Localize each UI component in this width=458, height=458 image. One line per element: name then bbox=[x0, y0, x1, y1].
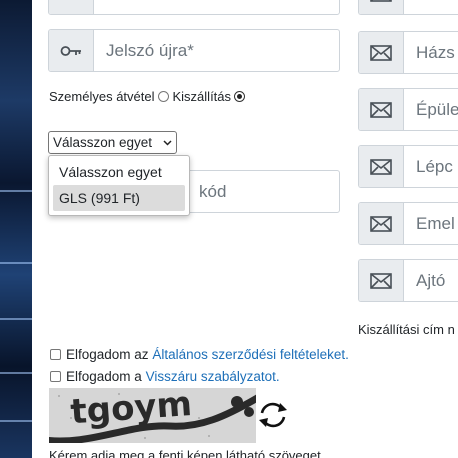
shipping-label: Kiszállítás bbox=[172, 89, 232, 104]
terms-link[interactable]: Általános szerződési feltételeket. bbox=[152, 347, 349, 362]
password-confirm-group: Jelszó újra* bbox=[48, 29, 340, 72]
background-streak bbox=[0, 420, 32, 422]
key-icon bbox=[49, 30, 94, 71]
door-input[interactable]: Ajtó bbox=[404, 260, 458, 301]
zip-code-placeholder: kód bbox=[199, 181, 227, 201]
previous-field-group bbox=[48, 0, 340, 15]
envelope-icon bbox=[359, 32, 404, 73]
delivery-method-group: Személyes átvétel Kiszállítás bbox=[49, 89, 249, 104]
chevron-down-icon bbox=[163, 139, 172, 146]
floor-group: Emel bbox=[358, 202, 458, 245]
personal-pickup-radio[interactable] bbox=[157, 91, 169, 102]
captcha-instruction: Kérem adja meg a fenti képen látható szö… bbox=[49, 448, 321, 458]
personal-pickup-label: Személyes átvétel bbox=[49, 89, 155, 104]
house-number-input[interactable]: Házs bbox=[404, 32, 458, 73]
envelope-icon bbox=[359, 89, 404, 130]
building-input[interactable]: Épüle bbox=[404, 89, 458, 130]
background-image-strip bbox=[0, 0, 32, 458]
shipping-radio[interactable] bbox=[234, 91, 246, 102]
terms-checkbox[interactable] bbox=[50, 349, 61, 360]
previous-right-field-input[interactable] bbox=[404, 0, 458, 14]
envelope-icon bbox=[359, 260, 404, 301]
shipping-address-note: Kiszállítási cím n bbox=[358, 322, 455, 337]
background-streak bbox=[0, 262, 32, 264]
stairs-input[interactable]: Lépc bbox=[404, 146, 458, 187]
envelope-icon bbox=[359, 0, 404, 14]
shipping-method-select[interactable]: Válasszon egyet bbox=[48, 131, 177, 154]
dropdown-option-gls[interactable]: GLS (991 Ft) bbox=[53, 185, 185, 211]
previous-right-field-group bbox=[358, 0, 458, 15]
stairs-group: Lépc bbox=[358, 145, 458, 188]
refresh-icon[interactable] bbox=[256, 400, 290, 430]
password-confirm-input[interactable]: Jelszó újra* bbox=[94, 30, 339, 71]
background-streak bbox=[0, 318, 32, 320]
return-policy-link[interactable]: Visszáru szabályzatot. bbox=[146, 369, 280, 384]
door-group: Ajtó bbox=[358, 259, 458, 302]
shipping-method-dropdown: Válasszon egyet GLS (991 Ft) bbox=[48, 155, 190, 216]
terms-prefix: Elfogadom az bbox=[66, 347, 149, 362]
envelope-icon bbox=[359, 203, 404, 244]
previous-field-addon bbox=[49, 0, 94, 14]
house-number-group: Házs bbox=[358, 31, 458, 74]
return-policy-row: Elfogadom a Visszáru szabályzatot. bbox=[50, 369, 280, 384]
previous-field-input[interactable] bbox=[94, 0, 339, 14]
background-streak bbox=[0, 190, 32, 192]
building-group: Épüle bbox=[358, 88, 458, 131]
return-policy-prefix: Elfogadom a bbox=[66, 369, 142, 384]
return-policy-checkbox[interactable] bbox=[50, 371, 61, 382]
envelope-icon bbox=[359, 146, 404, 187]
shipping-select-value: Válasszon egyet bbox=[53, 135, 153, 150]
captcha-image: tgoym bbox=[49, 388, 256, 443]
background-streak bbox=[0, 372, 32, 374]
floor-input[interactable]: Emel bbox=[404, 203, 458, 244]
terms-row: Elfogadom az Általános szerződési feltét… bbox=[50, 347, 349, 362]
dropdown-option[interactable]: Válasszon egyet bbox=[53, 159, 185, 185]
